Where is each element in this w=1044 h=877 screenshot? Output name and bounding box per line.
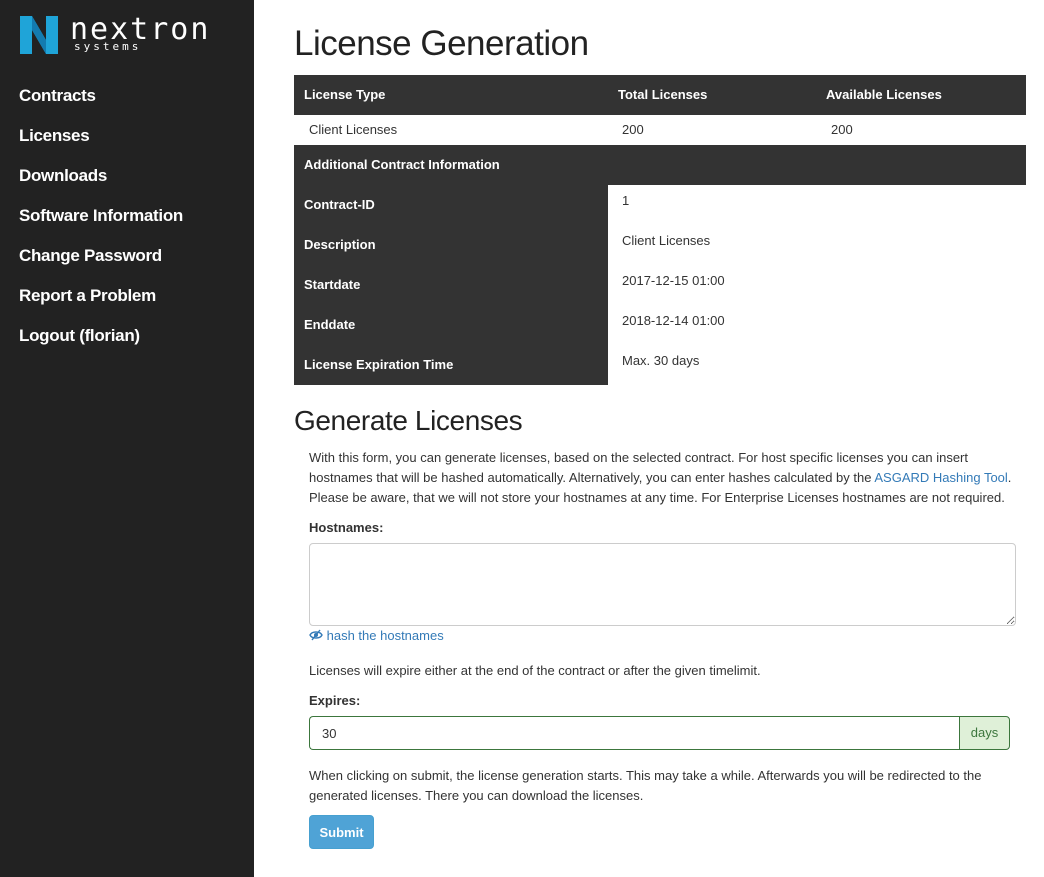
- contract-field-label: Startdate: [294, 265, 608, 305]
- table-row: Client Licenses 200 200: [294, 115, 1026, 145]
- contract-field-value: Max. 30 days: [622, 353, 700, 368]
- column-header-available-licenses: Available Licenses: [826, 87, 942, 102]
- nav-item-software-information[interactable]: Software Information: [19, 204, 183, 244]
- nav-item-licenses[interactable]: Licenses: [19, 124, 183, 164]
- column-header-license-type: License Type: [304, 87, 386, 102]
- contract-field-value: 2018-12-14 01:00: [622, 313, 725, 328]
- hostnames-textarea[interactable]: [309, 543, 1016, 626]
- eye-slash-icon: [309, 629, 323, 641]
- license-table-header: License Type Total Licenses Available Li…: [294, 75, 1026, 115]
- license-table: License Type Total Licenses Available Li…: [294, 75, 1026, 385]
- nav-item-report-problem[interactable]: Report a Problem: [19, 284, 183, 324]
- page-title: License Generation: [294, 24, 589, 63]
- hostnames-label: Hostnames:: [309, 520, 384, 535]
- expires-input-group: days: [309, 716, 1010, 750]
- contract-field-label: Description: [294, 225, 608, 265]
- total-licenses-value: 200: [622, 122, 644, 137]
- contract-field-label: Contract-ID: [294, 185, 608, 225]
- sidebar-nav: Contracts Licenses Downloads Software In…: [19, 84, 183, 364]
- contract-field-value: 1: [622, 193, 630, 208]
- contract-field-row: Enddate 2018-12-14 01:00: [294, 305, 1026, 345]
- nextron-logo[interactable]: nextron systems: [18, 14, 238, 56]
- contract-field-value: Client Licenses: [622, 233, 711, 248]
- submit-button[interactable]: Submit: [309, 815, 374, 849]
- asgard-hashing-tool-link[interactable]: ASGARD Hashing Tool: [874, 470, 1007, 485]
- contract-field-label: Enddate: [294, 305, 608, 345]
- contract-field-row: Description Client Licenses: [294, 225, 1026, 265]
- generate-licenses-form: With this form, you can generate license…: [309, 448, 1016, 849]
- column-header-total-licenses: Total Licenses: [618, 87, 708, 102]
- contract-field-row: License Expiration Time Max. 30 days: [294, 345, 1026, 385]
- nav-item-downloads[interactable]: Downloads: [19, 164, 183, 204]
- contract-field-row: Startdate 2017-12-15 01:00: [294, 265, 1026, 305]
- available-licenses-value: 200: [831, 122, 853, 137]
- sidebar: nextron systems Contracts Licenses Downl…: [0, 0, 254, 877]
- contract-info-heading-row: Additional Contract Information: [294, 145, 1026, 185]
- intro-text-part1: With this form, you can generate license…: [309, 450, 968, 485]
- nav-item-contracts[interactable]: Contracts: [19, 84, 183, 124]
- nextron-n-logo-icon: [20, 16, 58, 54]
- expires-input[interactable]: [309, 716, 959, 750]
- contract-field-label: License Expiration Time: [294, 345, 608, 385]
- submit-note: When clicking on submit, the license gen…: [309, 768, 982, 803]
- hash-hostnames-link[interactable]: hash the hostnames: [309, 628, 444, 643]
- days-addon: days: [959, 716, 1010, 750]
- hash-hostnames-label: hash the hostnames: [326, 628, 444, 643]
- logo-subtitle: systems: [74, 40, 142, 53]
- form-intro-text: With this form, you can generate license…: [309, 448, 1015, 508]
- nav-item-logout[interactable]: Logout (florian): [19, 324, 183, 364]
- generate-licenses-heading: Generate Licenses: [294, 405, 523, 436]
- contract-info-heading: Additional Contract Information: [304, 157, 500, 172]
- expires-label: Expires:: [309, 693, 361, 708]
- expire-note: Licenses will expire either at the end o…: [309, 663, 761, 678]
- license-type-value: Client Licenses: [309, 122, 398, 137]
- nav-item-change-password[interactable]: Change Password: [19, 244, 183, 284]
- contract-field-value: 2017-12-15 01:00: [622, 273, 725, 288]
- contract-field-row: Contract-ID 1: [294, 185, 1026, 225]
